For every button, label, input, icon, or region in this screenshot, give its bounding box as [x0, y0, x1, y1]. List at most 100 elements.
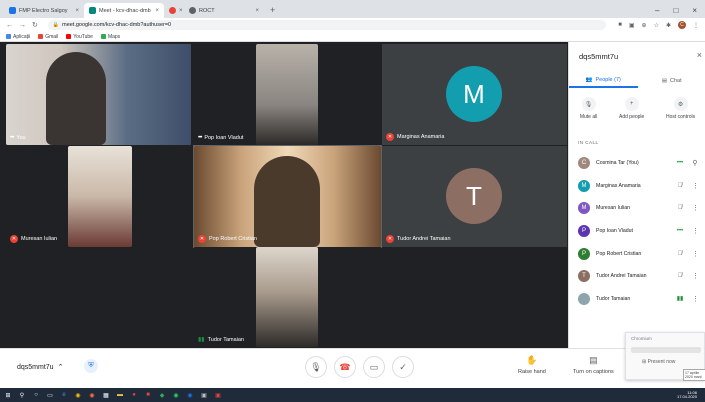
more-options-icon[interactable]: ⋮: [692, 182, 699, 190]
tab-close-icon[interactable]: ×: [155, 8, 159, 14]
participant-name: Tudor Andrei Tamaian: [596, 273, 647, 280]
star-icon[interactable]: ☆: [654, 22, 659, 29]
raise-hand-button[interactable]: ✋ Raise hand: [518, 355, 546, 375]
list-item[interactable]: T Tudor Andrei Tamaian 🎙̸ ⋮: [569, 265, 705, 288]
zoom-icon[interactable]: ⊕: [642, 22, 647, 29]
app-icon[interactable]: ▣: [200, 391, 208, 399]
host-controls-button[interactable]: ⚙ Host controls: [666, 97, 695, 120]
bookmark-apps[interactable]: Aplicații: [6, 34, 30, 40]
app-icon[interactable]: ●: [130, 391, 138, 399]
taskbar-clock[interactable]: 11:06 17.04.2020: [677, 390, 701, 400]
camera-indicator-icon[interactable]: ■: [618, 22, 622, 28]
task-view-icon[interactable]: ▭: [46, 391, 54, 399]
more-options-icon[interactable]: ⋮: [692, 204, 699, 212]
address-bar[interactable]: 🔒 meet.google.com/kcv-dhac-dmb?authuser=…: [47, 20, 607, 30]
avatar: P: [578, 225, 590, 238]
puzzle-icon[interactable]: ✱: [666, 22, 671, 29]
mic-off-icon: ✕: [386, 133, 394, 141]
checkmark-button[interactable]: ✓: [392, 356, 414, 378]
mic-off-icon: 🎙̸: [677, 205, 683, 212]
more-options-icon[interactable]: ⋮: [692, 250, 699, 258]
firefox-icon[interactable]: ◉: [88, 391, 96, 399]
meeting-details-button[interactable]: dqs5mmt7u ⌃: [17, 363, 63, 372]
forward-icon[interactable]: →: [19, 22, 26, 29]
list-item[interactable]: P Pop Ioan Vladut ••• ⋮: [569, 220, 705, 243]
cortana-icon[interactable]: ○: [32, 391, 40, 399]
profile-avatar[interactable]: C: [678, 21, 686, 29]
close-window-icon[interactable]: ×: [692, 6, 697, 15]
captions-icon: ▤: [589, 355, 598, 365]
back-icon[interactable]: ←: [6, 22, 13, 29]
participant-list: C Cosmina Tar (You) ••• ⚲ M Marginas Ana…: [569, 152, 705, 310]
browser-tab-2[interactable]: Meet - kcv-dhac-dmb ×: [84, 3, 164, 18]
more-options-icon[interactable]: ⋮: [692, 295, 699, 303]
tile-anamaria[interactable]: M ✕ Marginas Anamaria: [382, 44, 567, 145]
browser-tab-1[interactable]: FMP Electro Salgoy ×: [4, 3, 84, 18]
bookmark-youtube[interactable]: YouTube: [66, 34, 93, 40]
tab-close-icon[interactable]: ×: [75, 8, 79, 14]
leave-call-button[interactable]: ☎: [334, 356, 356, 378]
messenger-icon[interactable]: ◉: [186, 391, 194, 399]
app-icon[interactable]: ▣: [214, 391, 222, 399]
mute-all-button[interactable]: 🎙 Mute all: [580, 97, 597, 120]
add-person-icon: +: [624, 97, 639, 111]
list-item[interactable]: M Marginas Anamaria 🎙̸ ⋮: [569, 175, 705, 198]
participant-name: Muresan Iulian: [596, 205, 631, 212]
meeting-control-bar: dqs5mmt7u ⌃ ⛨ 🎙 ☎ ▭ ✓ ✋ Raise hand ▤ Turn …: [0, 348, 705, 388]
more-options-icon[interactable]: ⋮: [692, 227, 699, 235]
avatar: M: [578, 202, 590, 215]
apps-icon: [6, 34, 11, 39]
reload-icon[interactable]: ↻: [32, 21, 38, 29]
video-grid: ••• You ••• Pop Ioan Vladut M ✕ Marginas An…: [0, 42, 568, 348]
shield-icon[interactable]: ⛨: [84, 359, 98, 373]
new-tab-icon[interactable]: +: [264, 3, 281, 18]
edge-icon[interactable]: e: [60, 391, 68, 399]
tab-chat[interactable]: ▤ Chat: [638, 74, 705, 88]
list-item[interactable]: Tudor Tamaian ▮▮ ⋮: [569, 288, 705, 311]
app-icon[interactable]: ■: [144, 391, 152, 399]
more-options-icon[interactable]: ⋮: [692, 272, 699, 280]
extensions-icon[interactable]: ▣: [629, 22, 635, 29]
tile-iulian[interactable]: ✕ Muresan Iulian: [6, 146, 191, 247]
list-item[interactable]: C Cosmina Tar (You) ••• ⚲: [569, 152, 705, 175]
minimize-icon[interactable]: –: [655, 6, 659, 15]
tab-title: Meet - kcv-dhac-dmb: [99, 7, 151, 14]
tile-tamaian[interactable]: ▮▮ Tudor Tamaian: [194, 247, 381, 347]
overlay-popup: Chromium ⊞ Present now 17 aprilie 2020 m…: [625, 332, 705, 381]
chrome-icon[interactable]: ◉: [74, 391, 82, 399]
search-icon[interactable]: ⚲: [18, 391, 26, 399]
tile-you[interactable]: ••• You: [6, 44, 191, 145]
microphone-button[interactable]: 🎙: [305, 356, 327, 378]
tab-close-icon[interactable]: ×: [255, 8, 259, 14]
tab-people[interactable]: 👥 People (7): [569, 74, 638, 88]
url-text: meet.google.com/kcv-dhac-dmb?authuser=0: [62, 22, 172, 28]
maximize-icon[interactable]: □: [673, 6, 678, 15]
tile-andrei[interactable]: T ✕ Tudor Andrei Tamaian: [382, 146, 567, 247]
menu-icon[interactable]: ⋮: [693, 22, 699, 29]
tab-title: FMP Electro Salgoy: [19, 7, 68, 14]
bookmark-maps[interactable]: Maps: [100, 34, 120, 40]
list-item[interactable]: M Muresan Iulian 🎙̸ ⋮: [569, 197, 705, 220]
participant-name: Pop Ioan Vladut: [596, 228, 633, 235]
tab-close-icon[interactable]: ×: [179, 8, 183, 14]
explorer-icon[interactable]: ▬: [116, 391, 124, 399]
pin-icon[interactable]: ⚲: [692, 159, 698, 167]
browser-toolbar: ← → ↻ 🔒 meet.google.com/kcv-dhac-dmb?aut…: [0, 18, 705, 32]
present-now-button[interactable]: ⊞ Present now: [642, 359, 675, 365]
whatsapp-icon[interactable]: ◉: [172, 391, 180, 399]
tile-vladut[interactable]: ••• Pop Ioan Vladut: [194, 44, 381, 145]
add-people-button[interactable]: + Add people: [619, 97, 644, 120]
camera-button[interactable]: ▭: [363, 356, 385, 378]
tile-label: ✕ Pop Robert Cristian: [198, 235, 257, 243]
windows-start-icon[interactable]: ⊞: [4, 391, 12, 399]
store-icon[interactable]: ▦: [102, 391, 110, 399]
list-item[interactable]: P Pop Robert Cristian 🎙̸ ⋮: [569, 242, 705, 265]
browser-tab-3[interactable]: ×: [164, 3, 184, 18]
bookmark-gmail[interactable]: Gmail: [38, 34, 58, 40]
close-panel-icon[interactable]: ×: [697, 50, 702, 60]
captions-button[interactable]: ▤ Turn on captions: [573, 355, 614, 375]
browser-tab-4[interactable]: ROCT ×: [184, 3, 264, 18]
app-icon[interactable]: ◆: [158, 391, 166, 399]
tile-cristian[interactable]: ✕ Pop Robert Cristian: [193, 145, 382, 248]
tab-title: ROCT: [199, 7, 215, 14]
